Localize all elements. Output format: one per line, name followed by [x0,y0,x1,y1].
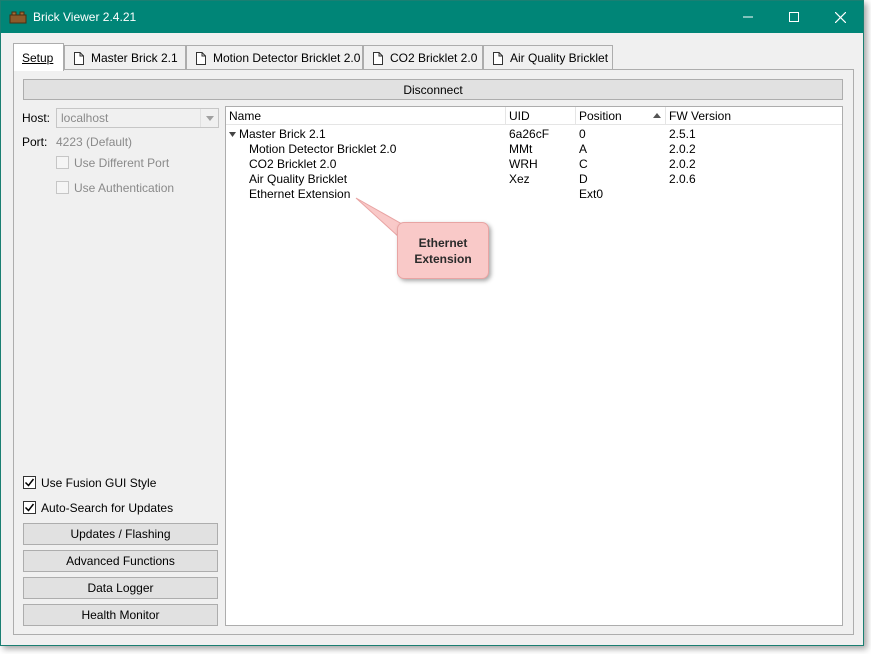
device-fw-version: 2.0.6 [669,172,696,186]
tree-header: Name UID Position FW Version [226,107,842,125]
use-different-port-checkbox[interactable] [56,156,69,169]
use-fusion-gui-label: Use Fusion GUI Style [41,476,157,490]
device-fw-version: 2.0.2 [669,142,696,156]
device-fw-version: 2.0.2 [669,157,696,171]
device-uid: MMt [509,142,533,156]
window-title: Brick Viewer 2.4.21 [33,10,137,24]
tree-row[interactable]: CO2 Bricklet 2.0 WRH C 2.0.2 [226,157,842,172]
data-logger-button[interactable]: Data Logger [23,577,218,599]
auto-search-label: Auto-Search for Updates [41,501,174,515]
device-position: 0 [579,127,586,141]
tab-label: Air Quality Bricklet [510,51,609,65]
device-icon [372,51,384,65]
tree-row[interactable]: Motion Detector Bricklet 2.0 MMt A 2.0.2 [226,142,842,157]
main-window: Brick Viewer 2.4.21 Setup Master Brick 2… [0,0,864,646]
callout-annotation: Ethernet Extension [397,222,489,279]
tab-label: Setup [22,50,54,65]
device-tree[interactable]: Name UID Position FW Version Master Bric… [225,106,843,626]
device-name: Air Quality Bricklet [249,172,348,186]
updates-flashing-button[interactable]: Updates / Flashing [23,523,218,545]
host-value: localhost [61,111,109,125]
device-uid: Xez [509,172,530,186]
use-fusion-gui-checkbox[interactable] [23,476,36,489]
app-icon [9,10,27,24]
sort-ascending-icon [653,113,661,118]
tab-label: CO2 Bricklet 2.0 [390,51,478,65]
tab-motion-detector[interactable]: Motion Detector Bricklet 2.0 [186,45,363,70]
setup-panel: Disconnect Host: localhost Port: 4223 (D… [13,69,854,635]
maximize-button[interactable] [771,1,817,33]
device-name: Motion Detector Bricklet 2.0 [249,142,397,156]
tree-row[interactable]: Air Quality Bricklet Xez D 2.0.6 [226,172,842,187]
tree-row[interactable]: Master Brick 2.1 6a26cF 0 2.5.1 [226,127,842,142]
device-name: Ethernet Extension [249,187,351,201]
expand-arrow-icon[interactable] [229,132,236,137]
auto-search-checkbox[interactable] [23,501,36,514]
callout-line-1: Ethernet [418,235,468,250]
tab-label: Master Brick 2.1 [91,51,178,65]
maximize-icon [789,12,799,22]
advanced-functions-button[interactable]: Advanced Functions [23,550,218,572]
column-header-fw-version[interactable]: FW Version [666,107,842,125]
device-fw-version: 2.5.1 [669,127,696,141]
column-header-label: Position [579,109,622,123]
use-different-port-label: Use Different Port [74,156,170,170]
tab-master-brick[interactable]: Master Brick 2.1 [64,45,186,70]
minimize-button[interactable] [725,1,771,33]
minimize-icon [743,16,753,18]
checkmark-icon [24,503,35,512]
device-position: C [579,157,588,171]
host-label: Host: [22,111,51,125]
device-icon [492,51,504,65]
tab-setup[interactable]: Setup [13,43,64,71]
device-icon [195,51,207,65]
callout-line-2: Extension [414,251,472,266]
device-icon [73,51,85,65]
column-header-uid[interactable]: UID [506,107,576,125]
title-bar[interactable]: Brick Viewer 2.4.21 [1,1,863,33]
use-authentication-label: Use Authentication [74,181,175,195]
checkmark-icon [24,478,35,487]
column-header-position[interactable]: Position [576,107,666,125]
host-combobox[interactable]: localhost [56,108,219,128]
device-position: Ext0 [579,187,604,201]
close-button[interactable] [817,1,863,33]
tab-label: Motion Detector Bricklet 2.0 [213,51,361,65]
column-header-name[interactable]: Name [226,107,506,125]
port-label: Port: [22,135,48,149]
device-uid: 6a26cF [509,127,550,141]
device-position: D [579,172,588,186]
device-name: Master Brick 2.1 [239,127,326,141]
tree-row[interactable]: Ethernet Extension Ext0 [226,187,842,202]
chevron-down-icon [200,109,218,127]
device-uid: WRH [509,157,538,171]
tab-air-quality[interactable]: Air Quality Bricklet [483,45,613,70]
device-position: A [579,142,588,156]
device-name: CO2 Bricklet 2.0 [249,157,337,171]
disconnect-button[interactable]: Disconnect [23,79,843,100]
health-monitor-button[interactable]: Health Monitor [23,604,218,626]
tab-co2-bricklet[interactable]: CO2 Bricklet 2.0 [363,45,483,70]
port-value: 4223 (Default) [56,135,133,149]
close-icon [834,11,846,23]
use-authentication-checkbox[interactable] [56,181,69,194]
